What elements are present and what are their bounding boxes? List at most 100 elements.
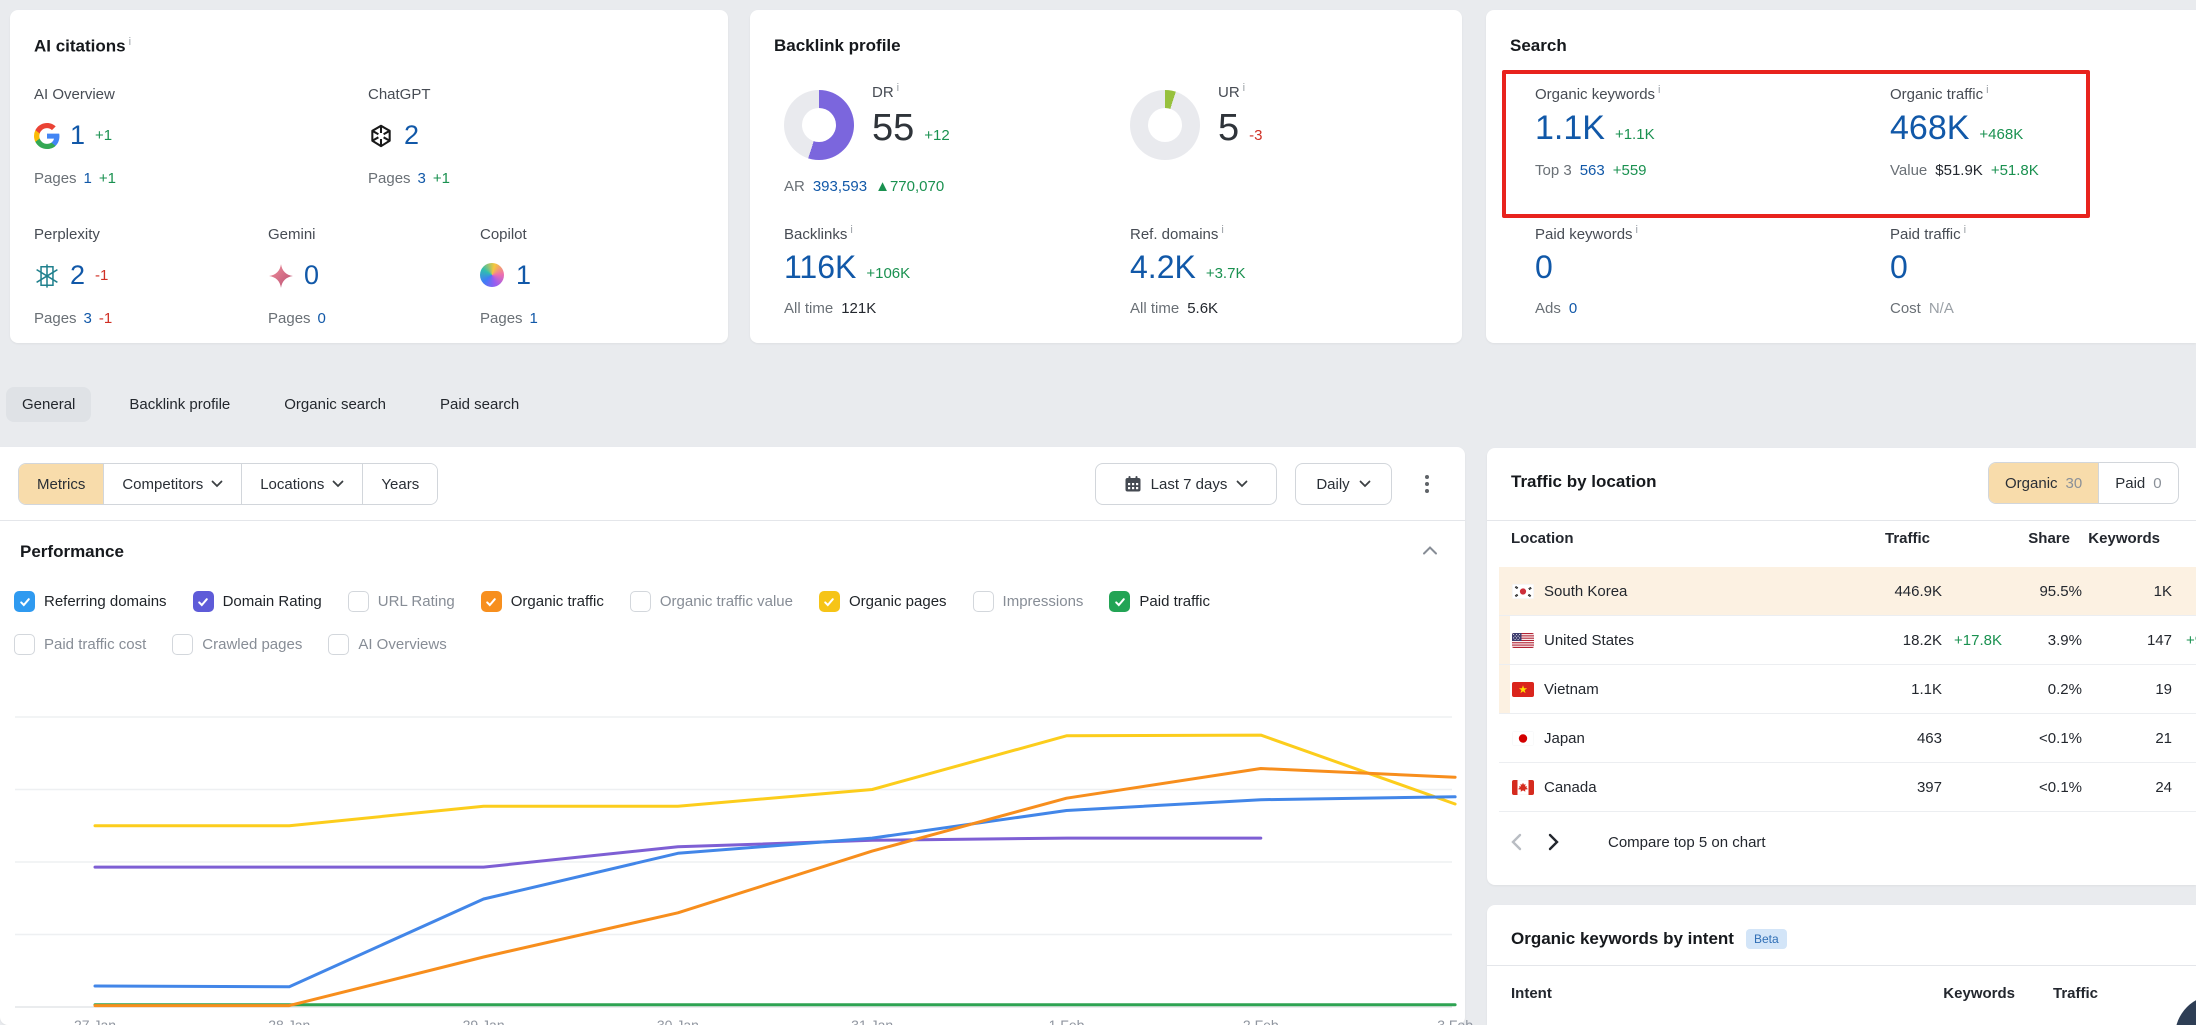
location-row-us[interactable]: United States18.2K+17.8K3.9%147+92 (1499, 616, 2196, 665)
info-icon[interactable]: i (129, 36, 131, 48)
checkbox-checked-icon (1109, 591, 1130, 612)
location-row-kr[interactable]: South Korea446.9K95.5%1K (1499, 567, 2196, 616)
organic-traffic-value[interactable]: 468K (1890, 109, 1969, 148)
paid-toggle-label: Paid (2115, 475, 2145, 492)
column-header-traffic[interactable]: Traffic (1800, 530, 1930, 547)
date-range-button[interactable]: Last 7 days (1095, 463, 1277, 505)
metric-toggles-row-2: Paid traffic cost Crawled pages AI Overvie… (14, 634, 447, 655)
ai-citation-value[interactable]: 2 (404, 120, 419, 151)
location-row-vn[interactable]: Vietnam1.1K0.2%19 (1499, 665, 2196, 714)
competitors-button[interactable]: Competitors (104, 464, 242, 504)
location-keywords[interactable]: 19 (2082, 665, 2172, 714)
metric-checkbox-organic-pages[interactable]: Organic pages (819, 591, 947, 612)
column-header-share[interactable]: Share (1970, 530, 2070, 547)
info-icon[interactable]: i (1243, 82, 1245, 94)
metric-checkbox-organic-traffic[interactable]: Organic traffic (481, 591, 604, 612)
info-icon[interactable]: i (1986, 84, 1988, 96)
metric-checkbox-impressions[interactable]: Impressions (973, 591, 1084, 612)
x-axis-tick-label: 3 Feb (1437, 1017, 1473, 1025)
metrics-button-label: Metrics (37, 476, 85, 493)
ai-citations-card: AI citationsi AI Overview1+1Pages1+1Chat… (10, 10, 728, 343)
collapse-section-button[interactable] (1422, 545, 1438, 555)
ads-value[interactable]: 0 (1569, 300, 1577, 317)
metric-checkbox-url-rating[interactable]: URL Rating (348, 591, 455, 612)
next-page-icon[interactable] (1548, 833, 1560, 851)
info-icon[interactable]: i (850, 224, 852, 236)
backlinks-value[interactable]: 116K (784, 249, 856, 286)
pages-delta: +1 (99, 170, 116, 187)
column-header-kw[interactable]: Keywords (1925, 985, 2015, 1002)
metric-checkbox-paid-traffic[interactable]: Paid traffic (1109, 591, 1210, 612)
info-icon[interactable]: i (1964, 224, 1966, 236)
pages-label: Pages (268, 310, 311, 327)
checkbox-checked-icon (14, 591, 35, 612)
pages-value[interactable]: 3 (84, 310, 92, 327)
metric-checkbox-ai-overviews[interactable]: AI Overviews (328, 634, 446, 655)
column-header-location[interactable]: Location (1511, 530, 1574, 547)
ur-donut-block (1130, 90, 1200, 160)
location-keywords[interactable]: 21 (2082, 714, 2172, 763)
tab-organic-search[interactable]: Organic search (268, 387, 402, 422)
flag-us-icon (1512, 633, 1534, 648)
metric-checkbox-organic-traffic-value[interactable]: Organic traffic value (630, 591, 793, 612)
tab-backlink-profile[interactable]: Backlink profile (113, 387, 246, 422)
search-title: Search (1510, 36, 1567, 56)
chevron-down-icon (211, 480, 223, 488)
organic-keywords-label: Organic keywordsi (1535, 84, 1661, 103)
organic-traffic-label: Organic traffici (1890, 84, 2039, 103)
chatgpt-icon (368, 123, 394, 149)
paid-traffic-value[interactable]: 0 (1890, 249, 1908, 286)
location-row-ca[interactable]: Canada397<0.1%24 (1499, 763, 2196, 812)
x-axis-tick-label: 2 Feb (1243, 1017, 1279, 1025)
metric-checkbox-referring-domains[interactable]: Referring domains (14, 591, 167, 612)
metric-checkbox-label: Referring domains (44, 593, 167, 610)
metric-checkbox-label: Organic pages (849, 593, 947, 610)
info-icon[interactable]: i (1221, 224, 1223, 236)
location-row-jp[interactable]: Japan463<0.1%21 (1499, 714, 2196, 763)
location-keywords[interactable]: 147 (2082, 616, 2172, 665)
organic-toggle[interactable]: Organic30 (1989, 463, 2098, 503)
ai-citation-value[interactable]: 1 (516, 260, 531, 291)
info-icon[interactable]: i (1636, 224, 1638, 236)
metrics-button[interactable]: Metrics (19, 464, 104, 504)
column-header-keywords[interactable]: Keywords (2070, 530, 2160, 547)
pages-value[interactable]: 1 (530, 310, 538, 327)
location-traffic: 397 (1812, 763, 1942, 812)
ref-domains-value[interactable]: 4.2K (1130, 249, 1196, 286)
metric-checkbox-label: Crawled pages (202, 636, 302, 653)
ai-citation-value[interactable]: 2 (70, 260, 85, 291)
dr-delta: +12 (924, 127, 949, 144)
more-options-button[interactable] (1414, 471, 1440, 497)
cost-label: Cost (1890, 300, 1921, 317)
metric-checkbox-paid-traffic-cost[interactable]: Paid traffic cost (14, 634, 146, 655)
column-header-intent[interactable]: Intent (1511, 985, 1552, 1002)
tab-paid-search[interactable]: Paid search (424, 387, 535, 422)
location-keywords[interactable]: 1K (2082, 567, 2172, 616)
metric-checkbox-crawled-pages[interactable]: Crawled pages (172, 634, 302, 655)
ai-citation-value[interactable]: 1 (70, 120, 85, 151)
locations-button[interactable]: Locations (242, 464, 363, 504)
ar-label: AR (784, 178, 805, 195)
years-button[interactable]: Years (363, 464, 437, 504)
tab-general[interactable]: General (6, 387, 91, 422)
info-icon[interactable]: i (1658, 84, 1660, 96)
top3-value[interactable]: 563 (1580, 162, 1605, 179)
compare-top5-link[interactable]: Compare top 5 on chart (1608, 834, 1766, 851)
paid-keywords-value[interactable]: 0 (1535, 249, 1553, 286)
ar-value[interactable]: 393,593 (813, 178, 867, 195)
location-keywords[interactable]: 24 (2082, 763, 2172, 812)
column-header-tr[interactable]: Traffic (2030, 985, 2098, 1002)
paid-toggle[interactable]: Paid0 (2098, 463, 2177, 503)
pages-value[interactable]: 1 (84, 170, 92, 187)
granularity-button[interactable]: Daily (1295, 463, 1392, 505)
prev-page-icon[interactable] (1510, 833, 1522, 851)
organic-keywords-value[interactable]: 1.1K (1535, 109, 1605, 148)
pages-value[interactable]: 3 (418, 170, 426, 187)
divider (1487, 965, 2196, 966)
ai-citation-value[interactable]: 0 (304, 260, 319, 291)
metric-checkbox-domain-rating[interactable]: Domain Rating (193, 591, 322, 612)
info-icon[interactable]: i (897, 82, 899, 94)
organic-toggle-count: 30 (2066, 475, 2083, 492)
pages-value[interactable]: 0 (318, 310, 326, 327)
backlink-profile-title: Backlink profile (774, 36, 901, 56)
